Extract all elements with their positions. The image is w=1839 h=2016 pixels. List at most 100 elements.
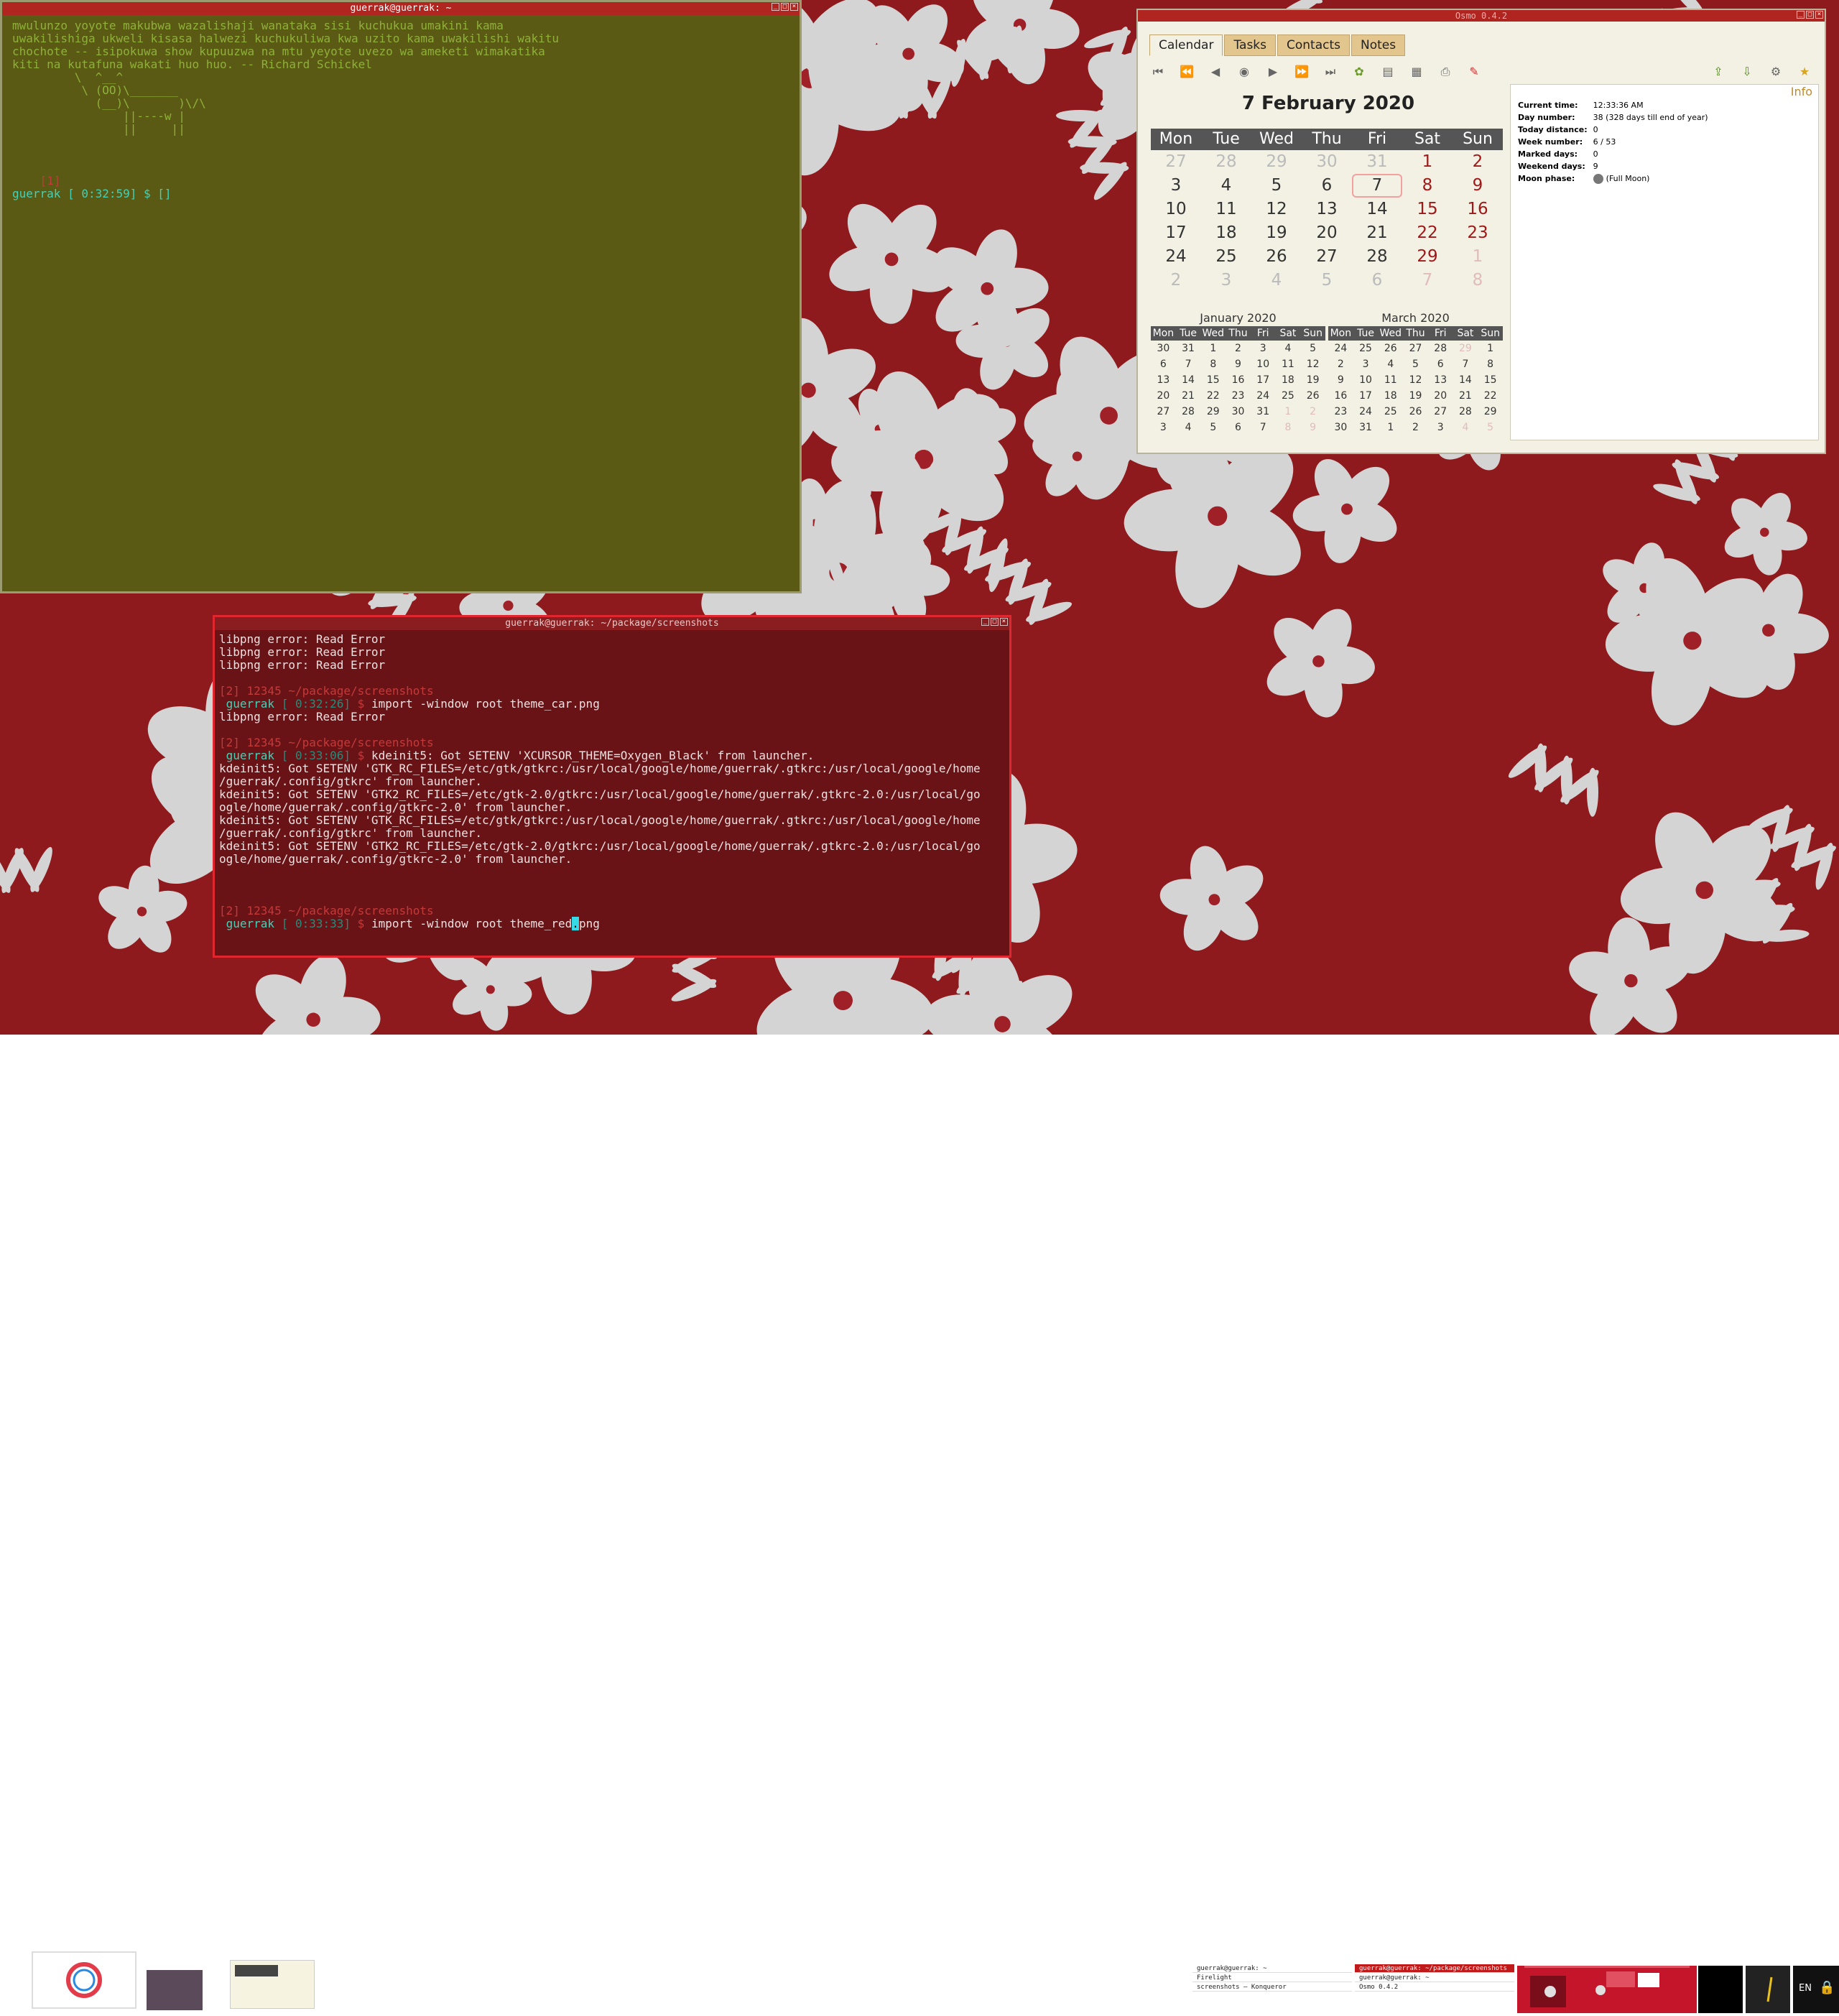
calendar-day[interactable]: 18 (1201, 221, 1251, 245)
keyboard-layout-indicator[interactable]: EN (1799, 1983, 1812, 1994)
task-item[interactable]: screenshots — Konqueror (1192, 1983, 1352, 1992)
calendar-day[interactable]: 26 (1378, 341, 1403, 356)
calendar-day[interactable]: 9 (1453, 174, 1503, 198)
calendar-day[interactable]: 9 (1300, 420, 1325, 435)
calendar-day[interactable]: 31 (1353, 420, 1379, 435)
maximize-button[interactable]: □ (781, 3, 789, 11)
calendar-day[interactable]: 18 (1378, 388, 1403, 404)
calendar-day[interactable]: 30 (1226, 404, 1251, 420)
calendar-day[interactable]: 9 (1328, 372, 1353, 388)
import-icon[interactable]: ⇩ (1737, 63, 1757, 81)
calendar-day[interactable]: 17 (1353, 388, 1379, 404)
task-item[interactable]: Firelight (1192, 1974, 1352, 1982)
calendar-day[interactable]: 4 (1176, 420, 1201, 435)
calendar-day[interactable]: 12 (1300, 356, 1325, 372)
calendar-day[interactable]: 31 (1352, 150, 1402, 174)
calendar-day[interactable]: 30 (1302, 150, 1352, 174)
calendar-day[interactable]: 7 (1251, 420, 1276, 435)
calendar-day[interactable]: 10 (1353, 372, 1379, 388)
day-grid[interactable]: 30 31 1 2 3 4 5 6 7 8 9 10 11 12 13 14 15 16 17 18 19 20 21 22 2… (1151, 341, 1325, 435)
calendar-day[interactable]: 6 (1226, 420, 1251, 435)
calendar-day[interactable]: 26 (1251, 245, 1302, 269)
prev-month-icon[interactable]: ⏪ (1177, 63, 1197, 81)
calendar-day[interactable]: 24 (1328, 341, 1353, 356)
lock-icon[interactable]: 🔒 (1819, 1980, 1835, 1995)
calendar-day[interactable]: 5 (1478, 420, 1503, 435)
calendar-day[interactable]: 6 (1428, 356, 1453, 372)
desktop-pager-1[interactable] (147, 1970, 203, 2010)
calendar-day[interactable]: 10 (1151, 198, 1201, 221)
calendar-day[interactable]: 5 (1251, 174, 1302, 198)
calendar-day[interactable]: 28 (1176, 404, 1201, 420)
calendar-day[interactable]: 25 (1353, 341, 1379, 356)
calendar-day[interactable]: 20 (1151, 388, 1176, 404)
calendar-day[interactable]: 14 (1453, 372, 1478, 388)
calendar-day[interactable]: 29 (1200, 404, 1226, 420)
calendar-day[interactable]: 20 (1302, 221, 1352, 245)
calendar-day[interactable]: 28 (1352, 245, 1402, 269)
calendar-day[interactable]: 30 (1151, 341, 1176, 356)
jump-icon[interactable]: ✿ (1349, 63, 1369, 81)
next-month-icon[interactable]: ⏩ (1292, 63, 1312, 81)
calendar-day[interactable]: 5 (1200, 420, 1226, 435)
calendar-day[interactable]: 16 (1328, 388, 1353, 404)
calendar-day[interactable]: 24 (1151, 245, 1201, 269)
calendar-day[interactable]: 27 (1302, 245, 1352, 269)
calendar-day[interactable]: 8 (1478, 356, 1503, 372)
maximize-button[interactable]: □ (991, 618, 999, 626)
calendar-day[interactable]: 26 (1300, 388, 1325, 404)
terminal-titlebar[interactable]: guerrak@guerrak: ~ _ □ × (2, 2, 800, 15)
calendar-day[interactable]: 26 (1403, 404, 1428, 420)
calendar-day[interactable]: 3 (1428, 420, 1453, 435)
calendar-day[interactable]: 20 (1428, 388, 1453, 404)
calendar-day[interactable]: 24 (1353, 404, 1379, 420)
calendar-day[interactable]: 3 (1353, 356, 1379, 372)
calendar-day[interactable]: 11 (1276, 356, 1301, 372)
calendar-day[interactable]: 21 (1176, 388, 1201, 404)
calendar-day[interactable]: 16 (1226, 372, 1251, 388)
calendar-day[interactable]: 4 (1251, 269, 1302, 292)
calendar-day[interactable]: 4 (1276, 341, 1301, 356)
calendar-day[interactable]: 14 (1352, 198, 1402, 221)
mini-calendar-prev[interactable]: January 2020 Mon Tue Wed Thu Fri Sat Sun 30 31 1… (1151, 310, 1325, 435)
calendar-day[interactable]: 16 (1453, 198, 1503, 221)
calendar-day[interactable]: 28 (1201, 150, 1251, 174)
close-button[interactable]: × (1000, 618, 1008, 626)
calendar-day[interactable]: 10 (1251, 356, 1276, 372)
mini-calendar-next[interactable]: March 2020 Mon Tue Wed Thu Fri Sat Sun 24 25 26 2… (1328, 310, 1503, 435)
task-item[interactable]: guerrak@guerrak: ~ (1192, 1964, 1352, 1973)
calculator-icon[interactable]: ▦ (1407, 63, 1427, 81)
calendar-day[interactable]: 5 (1302, 269, 1352, 292)
calendar-day[interactable]: 1 (1378, 420, 1403, 435)
calendar-day[interactable]: 23 (1328, 404, 1353, 420)
calendar-day[interactable]: 8 (1453, 269, 1503, 292)
calendar-day[interactable]: 4 (1378, 356, 1403, 372)
calendar-day[interactable]: 19 (1403, 388, 1428, 404)
calendar-day[interactable]: 2 (1300, 404, 1325, 420)
calendar-day[interactable]: 25 (1276, 388, 1301, 404)
calendar-day[interactable]: 25 (1201, 245, 1251, 269)
calendar-day[interactable]: 27 (1403, 341, 1428, 356)
calendar-day[interactable]: 1 (1276, 404, 1301, 420)
calendar-day[interactable]: 7 (1352, 174, 1402, 198)
close-button[interactable]: × (1815, 11, 1823, 19)
prev-year-icon[interactable]: ⏮ (1148, 63, 1168, 81)
window-thumbnails[interactable] (1517, 1966, 1697, 2013)
calendar-day[interactable]: 31 (1251, 404, 1276, 420)
calendar-day[interactable]: 14 (1176, 372, 1201, 388)
calendar-day[interactable]: 21 (1453, 388, 1478, 404)
terminal-output[interactable]: libpng error: Read Error libpng error: Re… (215, 630, 1009, 933)
task-item[interactable]: Osmo 0.4.2 (1355, 1983, 1514, 1992)
calendar-day[interactable]: 11 (1201, 198, 1251, 221)
terminal-thumb[interactable] (1698, 1966, 1743, 2013)
print-icon[interactable]: ⎙ (1435, 63, 1455, 81)
osmo-window[interactable]: Osmo 0.4.2 _ □ × Calendar Tasks Contacts… (1136, 9, 1826, 454)
close-button[interactable]: × (790, 3, 798, 11)
about-icon[interactable]: ★ (1794, 63, 1815, 81)
calendar-day[interactable]: 29 (1453, 341, 1478, 356)
calendar-day[interactable]: 15 (1478, 372, 1503, 388)
calendar-day[interactable]: 2 (1226, 341, 1251, 356)
next-day-icon[interactable]: ▶ (1263, 63, 1283, 81)
terminal-window-screenshots[interactable]: guerrak@guerrak: ~/package/screenshots _… (213, 615, 1011, 958)
task-item[interactable]: guerrak@guerrak: ~ (1355, 1974, 1514, 1982)
